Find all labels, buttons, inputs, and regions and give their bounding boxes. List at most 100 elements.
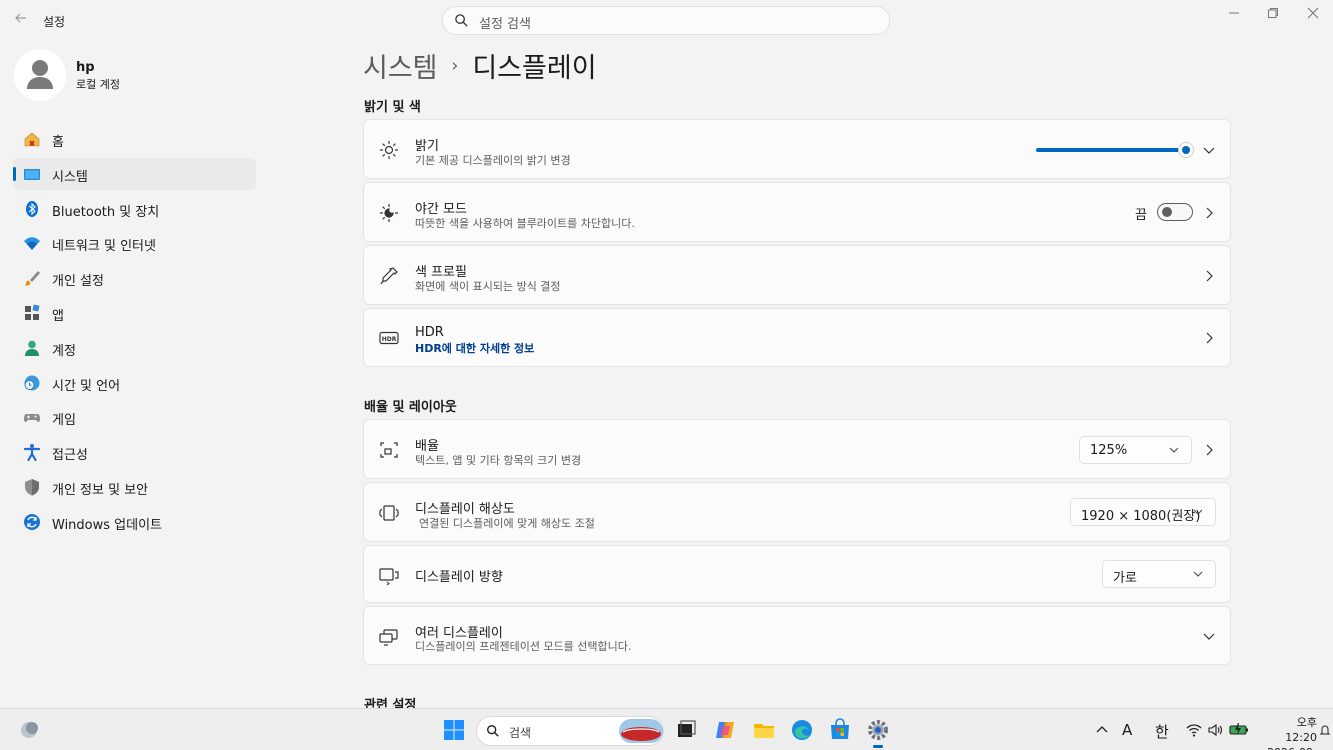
widgets-icon[interactable] [18,718,42,742]
taskbar: 검색 A 한 오후 12:20 2026-09-14 [0,708,1333,750]
taskbar-search-placeholder: 검색 [509,726,532,740]
system-icon [24,168,40,180]
minimize-button[interactable] [1224,7,1244,21]
file-explorer-icon[interactable] [752,718,776,742]
sidebar-item-personalization[interactable]: 개인 설정 [13,262,256,294]
edge-browser-icon[interactable] [790,718,814,742]
sidebar-item-label: 네트워크 및 인터넷 [52,239,156,255]
breadcrumb-parent[interactable]: 시스템 [363,46,438,85]
night-light-toggle[interactable] [1157,203,1193,221]
chevron-right-icon[interactable] [1202,206,1216,220]
resolution-dropdown[interactable]: 1920 × 1080(권장) [1070,498,1216,526]
sidebar-item-label: 계정 [52,343,76,359]
sidebar-item-privacy-security[interactable]: 개인 정보 및 보안 [13,471,256,503]
wifi-icon[interactable] [1186,722,1202,738]
section-heading-scale-layout: 배율 및 레이아웃 [364,400,457,415]
battery-charging-icon[interactable] [1229,721,1249,737]
color-profile-card[interactable]: 색 프로필 화면에 색이 표시되는 방식 결정 [363,245,1231,305]
language-indicator[interactable]: 한 [1155,721,1169,742]
sidebar-item-label: Bluetooth 및 장치 [52,204,160,220]
chevron-up-icon[interactable] [1095,723,1109,737]
resolution-card[interactable]: 디스플레이 해상도 연결된 디스플레이에 맞게 해상도 조절 1920 × 10… [363,482,1231,542]
scale-subtitle: 텍스트, 앱 및 기타 항목의 크기 변경 [415,454,582,467]
back-button[interactable] [12,11,30,29]
active-indicator [13,166,16,181]
profile-name: hp [76,60,95,75]
brightness-slider-thumb[interactable] [1178,142,1194,158]
restore-icon [1268,8,1278,18]
close-icon [1307,7,1319,19]
multiple-displays-icon [379,629,398,646]
orientation-title: 디스플레이 방향 [415,570,503,585]
scale-card[interactable]: 배율 텍스트, 앱 및 기타 항목의 크기 변경 125% [363,419,1231,479]
notification-bell-icon[interactable] [1320,723,1330,737]
clock-time: 오후 12:20 [1285,716,1317,744]
chevron-down-icon[interactable] [1202,629,1216,643]
hdr-title: HDR [415,325,444,340]
account-icon [25,340,39,356]
settings-gear-icon[interactable] [866,718,890,742]
scale-dropdown[interactable]: 125% [1079,436,1192,464]
system-clock[interactable]: 오후 12:20 2026-09-14 [1262,715,1317,750]
chevron-right-icon[interactable] [1202,269,1216,283]
chevron-right-icon[interactable] [1202,331,1216,345]
night-light-card[interactable]: 야간 모드 따뜻한 색을 사용하여 블루라이트를 차단합니다. 끔 [363,182,1231,242]
orientation-dropdown[interactable]: 가로 [1102,560,1216,588]
hdr-card[interactable]: HDR HDR HDR에 대한 자세한 정보 [363,308,1231,367]
search-icon [455,14,468,27]
sidebar-item-gaming[interactable]: 게임 [13,401,256,433]
volume-icon[interactable] [1207,722,1223,738]
globe-clock-icon [24,375,40,391]
sidebar-item-bluetooth[interactable]: Bluetooth 및 장치 [13,193,256,225]
ime-mode-indicator[interactable]: A [1122,721,1132,739]
night-light-subtitle: 따뜻한 색을 사용하여 블루라이트를 차단합니다. [415,217,635,230]
back-arrow-icon [15,13,26,23]
eyedropper-icon [380,267,398,285]
brightness-card[interactable]: 밝기 기본 제공 디스플레이의 밝기 변경 [363,119,1231,179]
chevron-down-icon[interactable] [1202,143,1216,157]
night-light-state: 끔 [1135,208,1147,223]
hdr-learn-more-link[interactable]: HDR에 대한 자세한 정보 [415,340,534,356]
avatar [14,49,66,101]
chevron-down-icon [1193,571,1203,577]
sidebar-item-network[interactable]: 네트워크 및 인터넷 [13,227,256,259]
sun-icon [379,140,399,160]
sidebar-item-home[interactable]: 홈 [13,123,256,155]
sidebar-item-windows-update[interactable]: Windows 업데이트 [13,506,256,538]
chevron-down-icon [1193,509,1203,515]
scale-icon [380,442,398,458]
microsoft-store-icon[interactable] [828,718,852,742]
title-bar: 설정 설정 검색 [0,0,1333,40]
sidebar-item-system[interactable]: 시스템 [13,157,256,190]
sidebar-nav: 홈 시스템 Bluetooth 및 장치 네트워크 및 인터넷 개인 설정 앱 … [13,123,256,541]
orientation-card[interactable]: 디스플레이 방향 가로 [363,545,1231,603]
breadcrumb-separator: › [451,55,459,76]
minimize-icon [1229,12,1239,14]
sidebar-item-accessibility[interactable]: 접근성 [13,436,256,468]
brightness-subtitle: 기본 제공 디스플레이의 밝기 변경 [415,154,571,167]
orientation-dropdown-value: 가로 [1113,571,1137,586]
update-icon [24,513,40,530]
copilot-icon[interactable] [713,718,737,742]
sidebar-item-time-language[interactable]: 시간 및 언어 [13,367,256,399]
apps-icon [25,304,40,320]
svg-text:HDR: HDR [382,336,397,343]
color-profile-subtitle: 화면에 색이 표시되는 방식 결정 [415,280,561,293]
search-icon [487,725,499,737]
multiple-displays-card[interactable]: 여러 디스플레이 디스플레이의 프레젠테이션 모드를 선택합니다. [363,606,1231,665]
resolution-dropdown-value: 1920 × 1080(권장) [1081,509,1201,524]
shield-icon [25,478,39,496]
sidebar-item-apps[interactable]: 앱 [13,297,256,329]
windows-start-icon[interactable] [442,718,466,742]
sidebar-item-label: 게임 [52,413,76,429]
settings-search-input[interactable]: 설정 검색 [442,6,890,35]
taskbar-search-input[interactable]: 검색 [476,716,664,746]
brightness-slider[interactable] [1036,142,1194,158]
orientation-icon [379,568,399,585]
sidebar-item-accounts[interactable]: 계정 [13,332,256,364]
maximize-button[interactable] [1263,7,1283,21]
night-light-icon [379,203,399,223]
close-button[interactable] [1303,7,1323,21]
task-view-icon[interactable] [674,718,698,742]
chevron-right-icon[interactable] [1202,443,1216,457]
